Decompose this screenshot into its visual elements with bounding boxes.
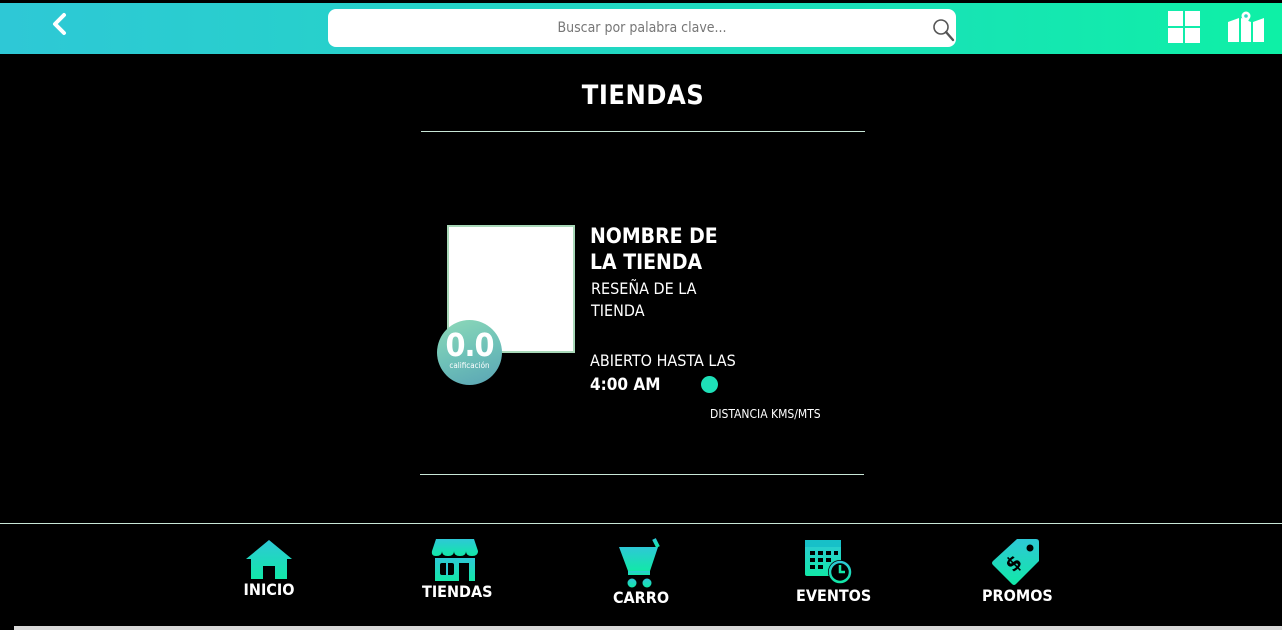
nav-label: TIENDAS <box>422 582 493 601</box>
price-tag-icon: $ <box>992 539 1039 585</box>
divider <box>420 474 864 475</box>
store-review: RESEÑA DE LA TIENDA <box>591 279 697 320</box>
cart-icon <box>619 537 664 588</box>
top-bar <box>0 3 1282 54</box>
store-name[interactable]: NOMBRE DE LA TIENDA <box>590 223 750 275</box>
rating-value: 0.0 <box>445 326 495 364</box>
divider <box>421 131 865 132</box>
open-until-time: 4:00 AM <box>590 375 661 395</box>
bottom-nav-divider <box>0 523 1282 524</box>
nav-label: INICIO <box>243 580 295 599</box>
page-title: TIENDAS <box>581 80 705 111</box>
nav-item-inicio[interactable]: INICIO <box>239 537 299 599</box>
search-input[interactable] <box>328 9 956 47</box>
store-icon <box>431 539 478 581</box>
nav-item-tiendas[interactable]: TIENDAS <box>422 537 493 601</box>
nav-label: PROMOS <box>982 586 1053 605</box>
grid-view-icon[interactable] <box>1168 11 1200 43</box>
nav-item-carro[interactable]: CARRO <box>610 537 672 607</box>
rating-badge: 0.0 calificación <box>437 320 502 385</box>
window-edge <box>14 626 1282 630</box>
nav-item-promos[interactable]: $ PROMOS <box>982 537 1053 605</box>
chevron-left-icon <box>53 13 66 35</box>
open-status-dot <box>701 376 718 393</box>
nav-label: CARRO <box>612 588 670 607</box>
home-icon <box>246 540 292 579</box>
nav-label: EVENTOS <box>796 586 872 605</box>
store-distance: DISTANCIA KMS/MTS <box>710 407 821 421</box>
calendar-clock-icon <box>805 540 852 584</box>
back-button[interactable] <box>48 11 74 41</box>
map-icon[interactable] <box>1227 10 1265 44</box>
search-icon[interactable] <box>932 17 956 43</box>
search-bar <box>328 9 956 47</box>
nav-item-eventos[interactable]: EVENTOS <box>796 537 872 605</box>
open-until-label: ABIERTO HASTA LAS <box>590 351 736 370</box>
